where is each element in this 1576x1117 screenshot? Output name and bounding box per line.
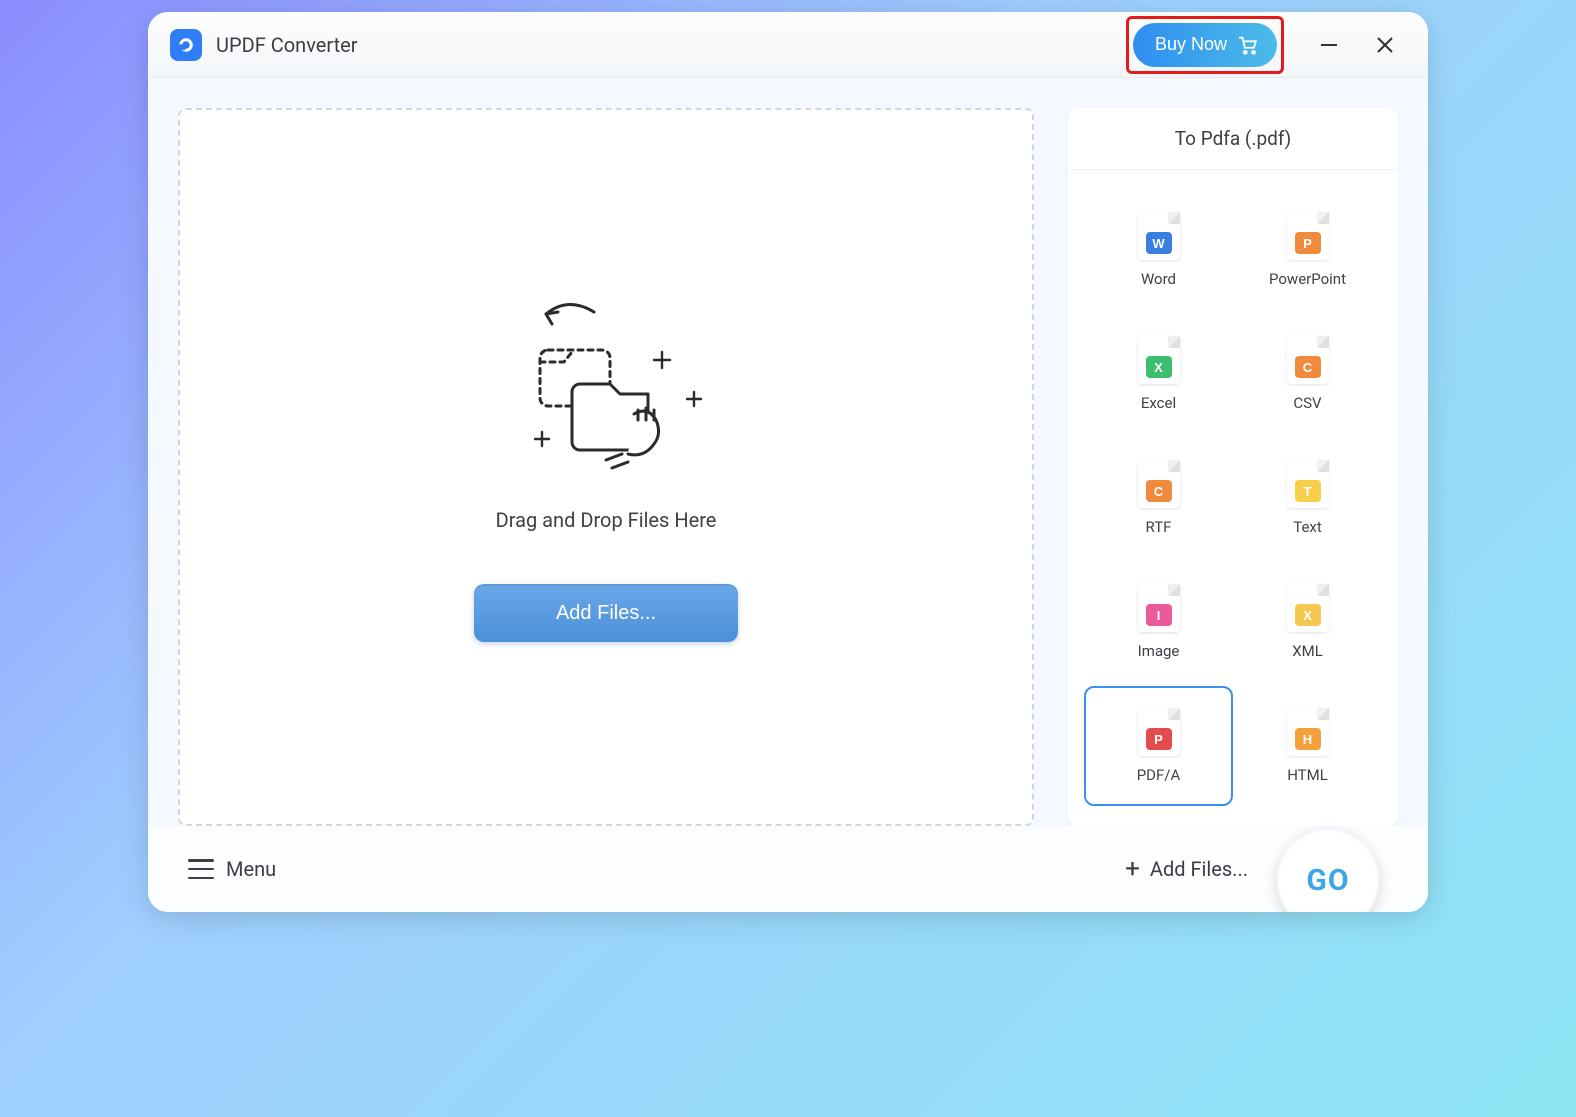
main-area: Drag and Drop Files Here Add Files... To… [148,78,1428,826]
go-button[interactable]: GO [1276,828,1380,912]
menu-button[interactable]: Menu [188,857,276,881]
hamburger-icon [188,859,214,879]
app-window: UPDF Converter Buy Now [148,12,1428,912]
file-badge: W [1146,232,1172,254]
file-icon: X [1287,584,1329,632]
format-label: HTML [1287,766,1328,784]
format-label: Excel [1141,394,1176,412]
file-icon: H [1287,708,1329,756]
menu-label: Menu [226,857,276,881]
buy-now-button[interactable]: Buy Now [1133,23,1277,67]
format-option-excel[interactable]: X Excel [1084,314,1233,434]
buy-now-label: Buy Now [1155,34,1227,55]
app-title: UPDF Converter [216,33,358,57]
file-badge: T [1295,480,1321,502]
file-badge: C [1295,356,1321,378]
formats-grid: W Word P PowerPoint X Excel C CSV C RTF T Text I Imag… [1068,170,1398,826]
format-option-rtf[interactable]: C RTF [1084,438,1233,558]
titlebar: UPDF Converter Buy Now [148,12,1428,78]
plus-icon: + [1125,856,1140,882]
add-files-link[interactable]: + Add Files... [1125,856,1248,882]
format-label: Text [1293,518,1322,536]
file-icon: P [1138,708,1180,756]
format-option-image[interactable]: I Image [1084,562,1233,682]
buy-now-highlight: Buy Now [1126,16,1284,74]
file-badge: H [1295,728,1321,750]
file-icon: T [1287,460,1329,508]
format-option-pdf-a[interactable]: P PDF/A [1084,686,1233,806]
format-option-word[interactable]: W Word [1084,190,1233,310]
file-badge: X [1295,604,1321,626]
file-icon: P [1287,212,1329,260]
format-label: CSV [1293,394,1321,412]
bottombar: Menu + Add Files... GO [148,826,1428,912]
app-logo-icon [170,29,202,61]
format-option-html[interactable]: H HTML [1233,686,1382,806]
file-dropzone[interactable]: Drag and Drop Files Here Add Files... [178,108,1034,826]
file-icon: I [1138,584,1180,632]
file-badge: I [1146,604,1172,626]
drop-illustration-icon [506,292,706,486]
formats-header: To Pdfa (.pdf) [1068,108,1398,170]
close-button[interactable] [1364,24,1406,66]
file-icon: C [1138,460,1180,508]
add-files-button[interactable]: Add Files... [474,584,738,642]
format-option-csv[interactable]: C CSV [1233,314,1382,434]
format-option-powerpoint[interactable]: P PowerPoint [1233,190,1382,310]
file-icon: W [1138,212,1180,260]
file-badge: X [1146,356,1172,378]
format-label: RTF [1146,518,1172,536]
file-badge: P [1146,728,1172,750]
file-icon: X [1138,336,1180,384]
format-option-xml[interactable]: X XML [1233,562,1382,682]
minimize-button[interactable] [1308,24,1350,66]
add-files-link-label: Add Files... [1150,857,1248,881]
cart-icon [1237,34,1259,56]
format-label: PowerPoint [1269,270,1346,288]
format-label: XML [1292,642,1323,660]
formats-panel: To Pdfa (.pdf) W Word P PowerPoint X Excel C CS… [1068,108,1398,826]
format-label: PDF/A [1137,766,1181,784]
file-badge: P [1295,232,1321,254]
format-option-text[interactable]: T Text [1233,438,1382,558]
file-icon: C [1287,336,1329,384]
file-badge: C [1146,480,1172,502]
dropzone-hint: Drag and Drop Files Here [496,508,717,532]
format-label: Image [1138,642,1180,660]
format-label: Word [1141,270,1176,288]
